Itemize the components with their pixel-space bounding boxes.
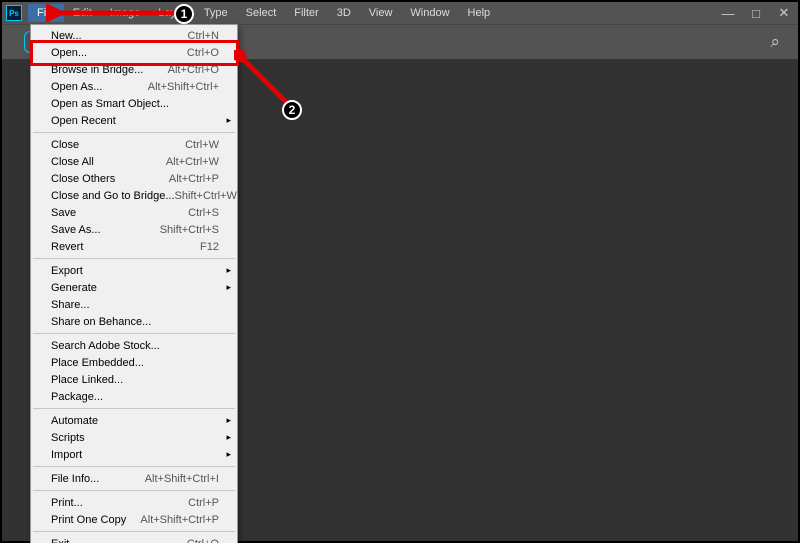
menu-automate[interactable]: Automate — [31, 412, 237, 429]
menu-item-file[interactable]: File — [28, 4, 64, 22]
menu-item-label: Search Adobe Stock... — [51, 340, 160, 352]
menu-open-recent[interactable]: Open Recent — [31, 112, 237, 129]
menu-separator — [33, 258, 235, 259]
menu-open[interactable]: Open... Ctrl+O — [31, 44, 237, 61]
menu-print[interactable]: Print... Ctrl+P — [31, 494, 237, 511]
photoshop-icon: Ps — [6, 5, 22, 21]
menu-close-all[interactable]: Close All Alt+Ctrl+W — [31, 153, 237, 170]
minimize-button[interactable]: — — [714, 2, 742, 24]
menu-open-as-smart-object[interactable]: Open as Smart Object... — [31, 95, 237, 112]
menu-item-edit[interactable]: Edit — [64, 4, 101, 22]
menu-exit[interactable]: Exit Ctrl+Q — [31, 535, 237, 543]
menu-item-3d[interactable]: 3D — [328, 4, 360, 22]
menu-item-label: Close All — [51, 156, 94, 168]
menu-item-label: Revert — [51, 241, 83, 253]
menu-item-label: Open as Smart Object... — [51, 98, 169, 110]
menu-place-embedded[interactable]: Place Embedded... — [31, 354, 237, 371]
menu-package[interactable]: Package... — [31, 388, 237, 405]
file-menu-dropdown: New... Ctrl+N Open... Ctrl+O Browse in Bridg… — [30, 24, 238, 543]
menu-share[interactable]: Share... — [31, 296, 237, 313]
menu-item-label: Share on Behance... — [51, 316, 151, 328]
menu-item-label: Export — [51, 265, 83, 277]
menu-item-shortcut: Alt+Ctrl+O — [168, 64, 219, 76]
app-window: Ps FileEditImageLayerTypeSelectFilter3DV… — [2, 2, 798, 541]
menu-item-label: File Info... — [51, 473, 99, 485]
menu-item-shortcut: Alt+Shift+Ctrl+ — [148, 81, 219, 93]
menu-item-filter[interactable]: Filter — [285, 4, 327, 22]
menu-revert[interactable]: Revert F12 — [31, 238, 237, 255]
menu-separator — [33, 132, 235, 133]
menu-scripts[interactable]: Scripts — [31, 429, 237, 446]
menu-open-as[interactable]: Open As... Alt+Shift+Ctrl+ — [31, 78, 237, 95]
menu-close-and-go-to-bridge[interactable]: Close and Go to Bridge...Shift+Ctrl+W — [31, 187, 237, 204]
menu-item-label: New... — [51, 30, 82, 42]
menu-item-shortcut: F12 — [200, 241, 219, 253]
menu-item-shortcut: Ctrl+S — [188, 207, 219, 219]
maximize-button[interactable]: □ — [742, 2, 770, 24]
menu-item-shortcut: Shift+Ctrl+W — [175, 190, 237, 202]
menu-browse-in-bridge[interactable]: Browse in Bridge... Alt+Ctrl+O — [31, 61, 237, 78]
menu-item-window[interactable]: Window — [401, 4, 458, 22]
menu-item-shortcut: Ctrl+P — [188, 497, 219, 509]
search-icon[interactable]: ⌕ — [770, 32, 780, 52]
close-window-button[interactable]: ✕ — [770, 2, 798, 24]
menu-item-shortcut: Ctrl+O — [187, 47, 219, 59]
menu-import[interactable]: Import — [31, 446, 237, 463]
menu-item-label: Open... — [51, 47, 87, 59]
menu-item-label: Scripts — [51, 432, 85, 444]
menu-item-label: Place Linked... — [51, 374, 123, 386]
menu-close[interactable]: Close Ctrl+W — [31, 136, 237, 153]
menu-item-label: Open Recent — [51, 115, 116, 127]
menu-separator — [33, 408, 235, 409]
menu-print-one-copy[interactable]: Print One Copy Alt+Shift+Ctrl+P — [31, 511, 237, 528]
menu-item-view[interactable]: View — [360, 4, 402, 22]
menu-file-info[interactable]: File Info... Alt+Shift+Ctrl+I — [31, 470, 237, 487]
menu-place-linked[interactable]: Place Linked... — [31, 371, 237, 388]
menu-generate[interactable]: Generate — [31, 279, 237, 296]
menu-item-label: Save — [51, 207, 76, 219]
menu-item-shortcut: Ctrl+W — [185, 139, 219, 151]
menu-item-shortcut: Ctrl+Q — [187, 538, 219, 543]
menu-item-label: Share... — [51, 299, 90, 311]
menu-save-as[interactable]: Save As... Shift+Ctrl+S — [31, 221, 237, 238]
menu-separator — [33, 333, 235, 334]
menu-new[interactable]: New... Ctrl+N — [31, 27, 237, 44]
menu-item-label: Exit — [51, 538, 69, 543]
menu-save[interactable]: Save Ctrl+S — [31, 204, 237, 221]
menu-item-shortcut: Shift+Ctrl+S — [160, 224, 219, 236]
menu-item-label: Browse in Bridge... — [51, 64, 143, 76]
menu-item-shortcut: Alt+Ctrl+P — [169, 173, 219, 185]
menu-item-label: Generate — [51, 282, 97, 294]
menu-item-image[interactable]: Image — [101, 4, 150, 22]
menu-item-help[interactable]: Help — [459, 4, 500, 22]
menu-item-shortcut: Alt+Shift+Ctrl+I — [145, 473, 219, 485]
annotation-step-2: 2 — [282, 100, 302, 120]
menu-item-label: Print... — [51, 497, 83, 509]
menu-close-others[interactable]: Close Others Alt+Ctrl+P — [31, 170, 237, 187]
menu-separator — [33, 531, 235, 532]
menu-share-on-behance[interactable]: Share on Behance... — [31, 313, 237, 330]
annotation-step-1: 1 — [174, 4, 194, 24]
menu-item-shortcut: Ctrl+N — [188, 30, 219, 42]
menu-item-label: Open As... — [51, 81, 102, 93]
menu-separator — [33, 466, 235, 467]
menu-search-adobe-stock[interactable]: Search Adobe Stock... — [31, 337, 237, 354]
menu-item-type[interactable]: Type — [195, 4, 237, 22]
menu-item-label: Print One Copy — [51, 514, 126, 526]
menu-item-label: Save As... — [51, 224, 101, 236]
menu-item-select[interactable]: Select — [237, 4, 286, 22]
window-controls: — □ ✕ — [714, 2, 798, 24]
menu-bar: Ps FileEditImageLayerTypeSelectFilter3DV… — [2, 2, 798, 24]
menu-item-label: Place Embedded... — [51, 357, 144, 369]
menu-separator — [33, 490, 235, 491]
menu-item-shortcut: Alt+Ctrl+W — [166, 156, 219, 168]
menu-item-label: Automate — [51, 415, 98, 427]
menu-item-label: Close Others — [51, 173, 115, 185]
menu-item-label: Import — [51, 449, 82, 461]
menu-item-label: Close and Go to Bridge... — [51, 190, 175, 202]
menu-item-shortcut: Alt+Shift+Ctrl+P — [140, 514, 219, 526]
menu-item-label: Close — [51, 139, 79, 151]
menu-export[interactable]: Export — [31, 262, 237, 279]
menu-item-label: Package... — [51, 391, 103, 403]
